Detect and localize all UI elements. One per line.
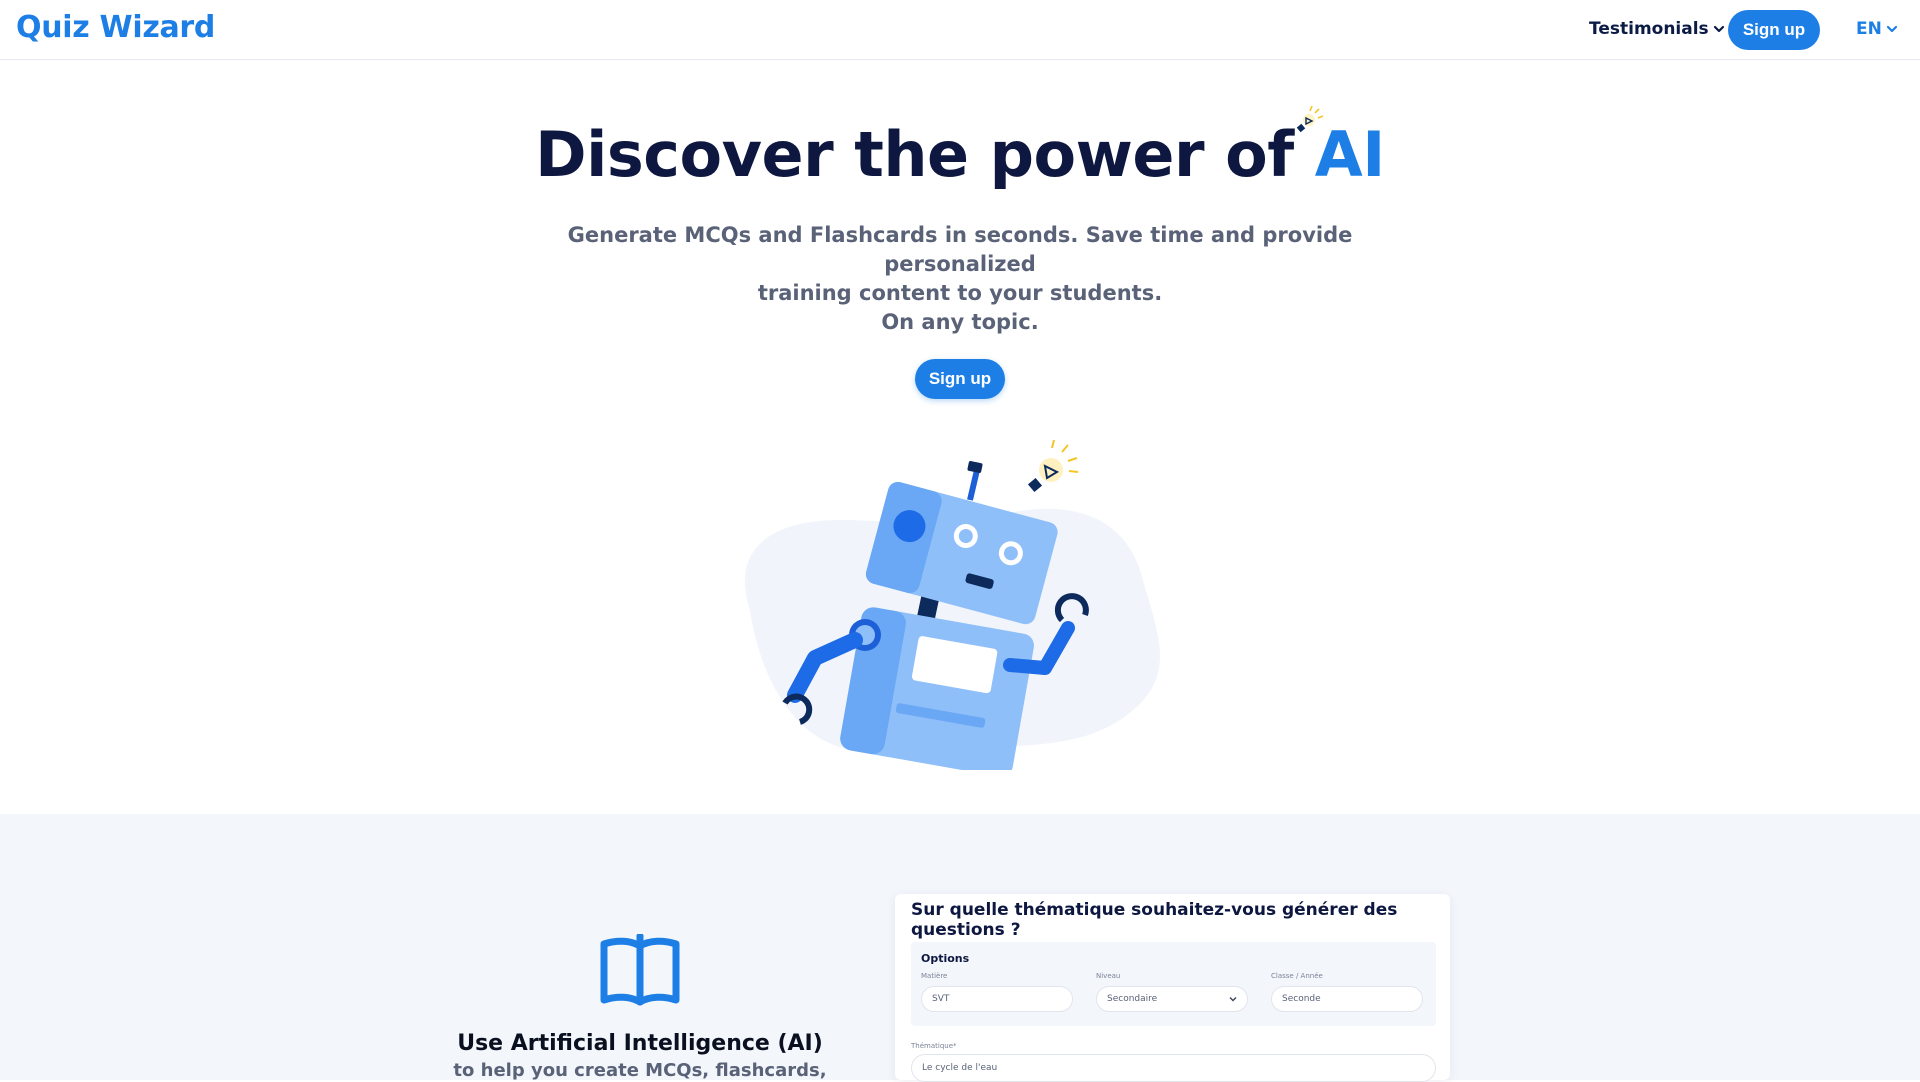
chevron-down-icon — [1229, 997, 1237, 1002]
subject-field[interactable]: SVT — [921, 986, 1073, 1012]
level-select[interactable]: Secondaire — [1096, 986, 1248, 1012]
level-value: Secondaire — [1107, 994, 1158, 1004]
hero-subtitle-line-2: training content to your students. — [757, 281, 1163, 305]
theme-input[interactable]: Le cycle de l'eau — [911, 1054, 1436, 1082]
robot-illustration — [744, 440, 1160, 770]
feature-title: Use Artificial Intelligence (AI) — [457, 1031, 823, 1056]
feature-subtitle: to help you create MCQs, flashcards, — [453, 1060, 827, 1081]
hero-subtitle-line-1: Generate MCQs and Flashcards in seconds.… — [567, 223, 1353, 276]
theme-label: Thématique* — [911, 1042, 957, 1050]
chevron-down-icon — [1886, 25, 1897, 33]
nav-testimonials-label: Testimonials — [1589, 19, 1709, 39]
hero-subtitle-line-3: On any topic. — [881, 310, 1039, 334]
theme-value: Le cycle de l'eau — [922, 1063, 998, 1073]
class-label: Classe / Année — [1271, 972, 1323, 980]
hero-title-main: Discover the power of — [535, 118, 1315, 191]
top-navbar: Quiz Wizard Testimonials Sign up EN — [0, 0, 1920, 60]
language-selector[interactable]: EN — [1856, 19, 1898, 39]
subject-label: Matière — [921, 972, 948, 980]
options-title: Options — [921, 952, 970, 965]
form-preview-card: Sur quelle thématique souhaitez-vous gén… — [895, 894, 1450, 1082]
lightbulb-icon — [1296, 105, 1324, 133]
form-question: Sur quelle thématique souhaitez-vous gén… — [911, 900, 1398, 940]
class-value: Seconde — [1282, 994, 1321, 1004]
hero-signup-button[interactable]: Sign up — [915, 359, 1005, 399]
nav-testimonials[interactable]: Testimonials — [1589, 19, 1725, 39]
robot-lightbulb-icon — [1027, 440, 1079, 493]
logo[interactable]: Quiz Wizard — [16, 10, 215, 45]
header-signup-button[interactable]: Sign up — [1728, 10, 1820, 50]
options-panel: Options Matière SVT Niveau Secondaire Cl… — [911, 942, 1436, 1026]
language-label: EN — [1856, 19, 1882, 39]
chevron-down-icon — [1713, 25, 1724, 33]
hero-subtitle: Generate MCQs and Flashcards in seconds.… — [510, 221, 1410, 337]
subject-value: SVT — [932, 994, 950, 1004]
open-book-icon — [600, 934, 680, 1006]
level-label: Niveau — [1096, 972, 1121, 980]
hero-title: Discover the power of AI — [0, 118, 1920, 191]
class-field[interactable]: Seconde — [1271, 986, 1423, 1012]
